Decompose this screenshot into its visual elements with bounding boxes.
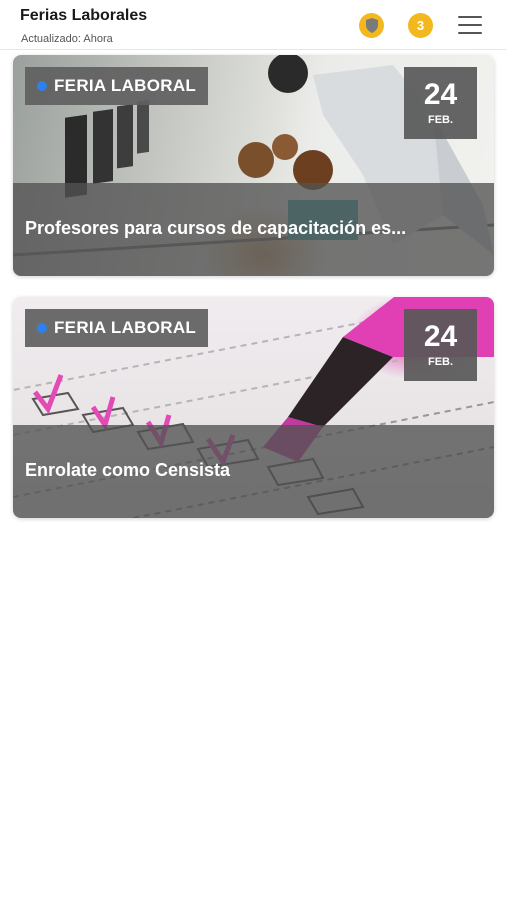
last-updated-label: Actualizado: Ahora <box>21 33 113 45</box>
card-title[interactable]: Profesores para cursos de capacitación e… <box>25 218 480 239</box>
category-tag: FERIA LABORAL <box>25 309 209 347</box>
category-dot-icon <box>37 323 47 333</box>
app-screen: Ferias Laborales Actualizado: Ahora 3 FE… <box>0 0 506 900</box>
category-dot-icon <box>37 81 47 91</box>
category-tag: FERIA LABORAL <box>25 67 209 105</box>
menu-line <box>458 24 482 26</box>
date-badge: 24 FEB. <box>404 309 477 381</box>
category-label: FERIA LABORAL <box>54 76 197 95</box>
shield-icon <box>365 18 379 33</box>
card-title[interactable]: Enrolate como Censista <box>25 460 480 481</box>
menu-line <box>458 32 482 34</box>
date-day: 24 <box>423 78 458 111</box>
category-label: FERIA LABORAL <box>54 318 197 337</box>
job-fair-card[interactable]: FERIA LABORAL 24 FEB. Enrolate como Cens… <box>13 297 494 518</box>
date-badge: 24 FEB. <box>404 67 477 139</box>
date-month: FEB. <box>427 114 454 126</box>
date-day: 24 <box>423 320 458 353</box>
job-fair-card[interactable]: FERIA LABORAL 24 FEB. Profesores para cu… <box>13 55 494 276</box>
shield-button[interactable] <box>359 13 384 38</box>
notification-count-badge[interactable]: 3 <box>408 13 433 38</box>
menu-icon[interactable] <box>458 15 482 35</box>
top-bar: Ferias Laborales Actualizado: Ahora 3 <box>0 0 506 50</box>
page-title: Ferias Laborales <box>20 7 148 24</box>
date-month: FEB. <box>427 356 454 368</box>
menu-line <box>458 16 482 18</box>
